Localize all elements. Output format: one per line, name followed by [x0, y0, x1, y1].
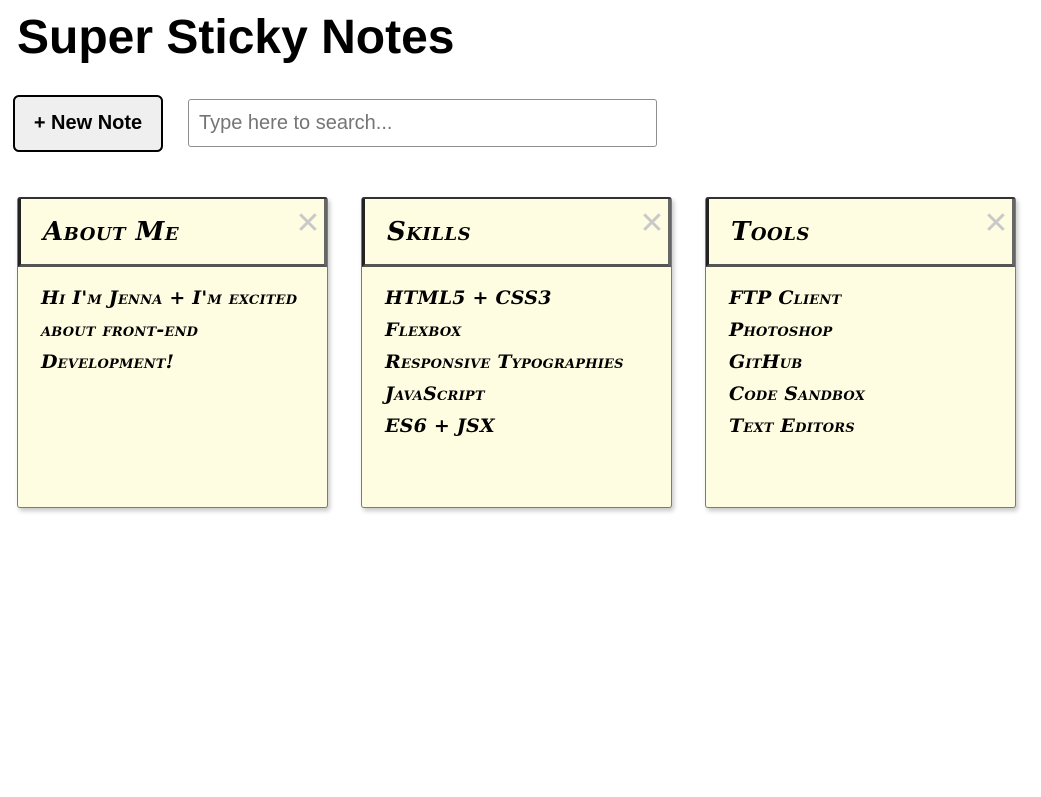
note-body[interactable]: HTML5 + CSS3 Flexbox Responsive Typograp…	[385, 282, 655, 442]
note-title[interactable]: Tools	[731, 215, 810, 249]
new-note-button[interactable]: + New Note	[13, 95, 163, 152]
note-header: Tools ✕	[706, 199, 1015, 267]
note-card: About Me ✕ Hi I'm Jenna + I'm excited ab…	[17, 197, 328, 508]
note-title[interactable]: Skills	[387, 215, 471, 249]
note-body[interactable]: Hi I'm Jenna + I'm excited about front-e…	[41, 282, 311, 378]
note-title[interactable]: About Me	[43, 215, 179, 249]
note-body[interactable]: FTP Client Photoshop GitHub Code Sandbox…	[729, 282, 999, 442]
note-header: About Me ✕	[18, 199, 327, 267]
close-icon[interactable]: ✕	[638, 209, 666, 239]
close-icon[interactable]: ✕	[982, 209, 1010, 239]
note-card: Tools ✕ FTP Client Photoshop GitHub Code…	[705, 197, 1016, 508]
search-input[interactable]	[188, 99, 657, 147]
page-title: Super Sticky Notes	[17, 11, 455, 64]
note-card: Skills ✕ HTML5 + CSS3 Flexbox Responsive…	[361, 197, 672, 508]
note-header: Skills ✕	[362, 199, 671, 267]
close-icon[interactable]: ✕	[294, 209, 322, 239]
